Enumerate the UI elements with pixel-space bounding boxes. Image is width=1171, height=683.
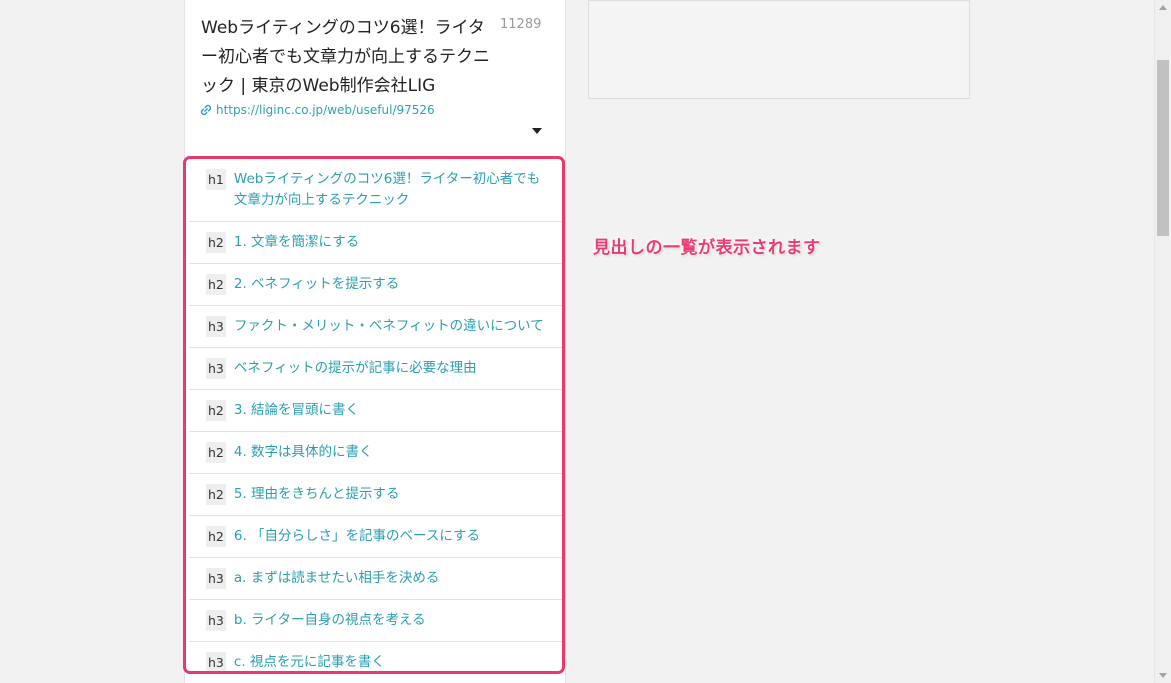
heading-text: ベネフィットの提示が記事に必要な理由 (233, 360, 477, 376)
heading-text: a. まずは読ませたい相手を決める (233, 570, 440, 586)
link-icon (200, 104, 212, 116)
heading-text: 4. 数字は具体的に書く (233, 444, 373, 460)
heading-tag: h3 (206, 568, 226, 589)
page-url-link[interactable]: https://liginc.co.jp/web/useful/97526 (200, 103, 435, 117)
page-title[interactable]: Webライティングのコツ6選！ライター初心者でも文章力が向上するテクニック | … (201, 14, 501, 101)
heading-text: 1. 文章を簡潔にする (233, 234, 360, 250)
heading-item[interactable]: h3 c. 視点を元に記事を書く (189, 642, 563, 683)
heading-tag: h1 (206, 169, 226, 190)
heading-text: 5. 理由をきちんと提示する (233, 486, 400, 502)
heading-tag: h3 (206, 358, 226, 379)
heading-item[interactable]: h3 ベネフィットの提示が記事に必要な理由 (189, 348, 563, 390)
heading-tag: h2 (206, 442, 226, 463)
heading-tag: h3 (206, 652, 226, 673)
scroll-thumb[interactable] (1157, 60, 1169, 236)
heading-tag: h2 (206, 232, 226, 253)
annotation-label: 見出しの一覧が表示されます (593, 238, 821, 258)
heading-item[interactable]: h3 a. まずは読ませたい相手を決める (189, 558, 563, 600)
heading-item[interactable]: h2 5. 理由をきちんと提示する (189, 474, 563, 516)
heading-text: 6. 「自分らしさ」を記事のベースにする (233, 528, 481, 544)
heading-text: ファクト・メリット・ベネフィットの違いについて (233, 318, 544, 334)
heading-item[interactable]: h2 4. 数字は具体的に書く (189, 432, 563, 474)
heading-item[interactable]: h2 6. 「自分らしさ」を記事のベースにする (189, 516, 563, 558)
heading-tag: h3 (206, 316, 226, 337)
scroll-down-icon[interactable] (1159, 673, 1167, 678)
heading-text: 3. 結論を冒頭に書く (233, 402, 360, 418)
heading-list: h1 Webライティングのコツ6選！ライター初心者でも文章力が向上するテクニック… (189, 158, 563, 683)
heading-item[interactable]: h3 ファクト・メリット・ベネフィットの違いについて (189, 306, 563, 348)
heading-tag: h2 (206, 526, 226, 547)
heading-text: c. 視点を元に記事を書く (233, 654, 385, 670)
heading-tag: h2 (206, 484, 226, 505)
bookmark-count[interactable]: 11289 (500, 17, 541, 32)
heading-item[interactable]: h3 b. ライター自身の視点を考える (189, 600, 563, 642)
heading-text: 2. ベネフィットを提示する (233, 276, 400, 292)
heading-item[interactable]: h2 2. ベネフィットを提示する (189, 264, 563, 306)
heading-item[interactable]: h1 Webライティングのコツ6選！ライター初心者でも文章力が向上するテクニック (189, 159, 563, 222)
heading-item[interactable]: h2 3. 結論を冒頭に書く (189, 390, 563, 432)
heading-tag: h3 (206, 610, 226, 631)
scroll-up-icon[interactable] (1159, 5, 1167, 10)
right-panel (588, 0, 970, 99)
heading-item[interactable]: h2 1. 文章を簡潔にする (189, 222, 563, 264)
heading-text: b. ライター自身の視点を考える (233, 612, 426, 628)
vertical-scrollbar[interactable] (1154, 0, 1171, 683)
heading-tag: h2 (206, 274, 226, 295)
heading-text: Webライティングのコツ6選！ライター初心者でも文章力が向上するテクニック (233, 171, 541, 208)
heading-tag: h2 (206, 400, 226, 421)
page-url-text: https://liginc.co.jp/web/useful/97526 (216, 103, 435, 117)
bookmark-card: Webライティングのコツ6選！ライター初心者でも文章力が向上するテクニック | … (184, 0, 566, 683)
caret-down-icon[interactable] (532, 128, 542, 134)
